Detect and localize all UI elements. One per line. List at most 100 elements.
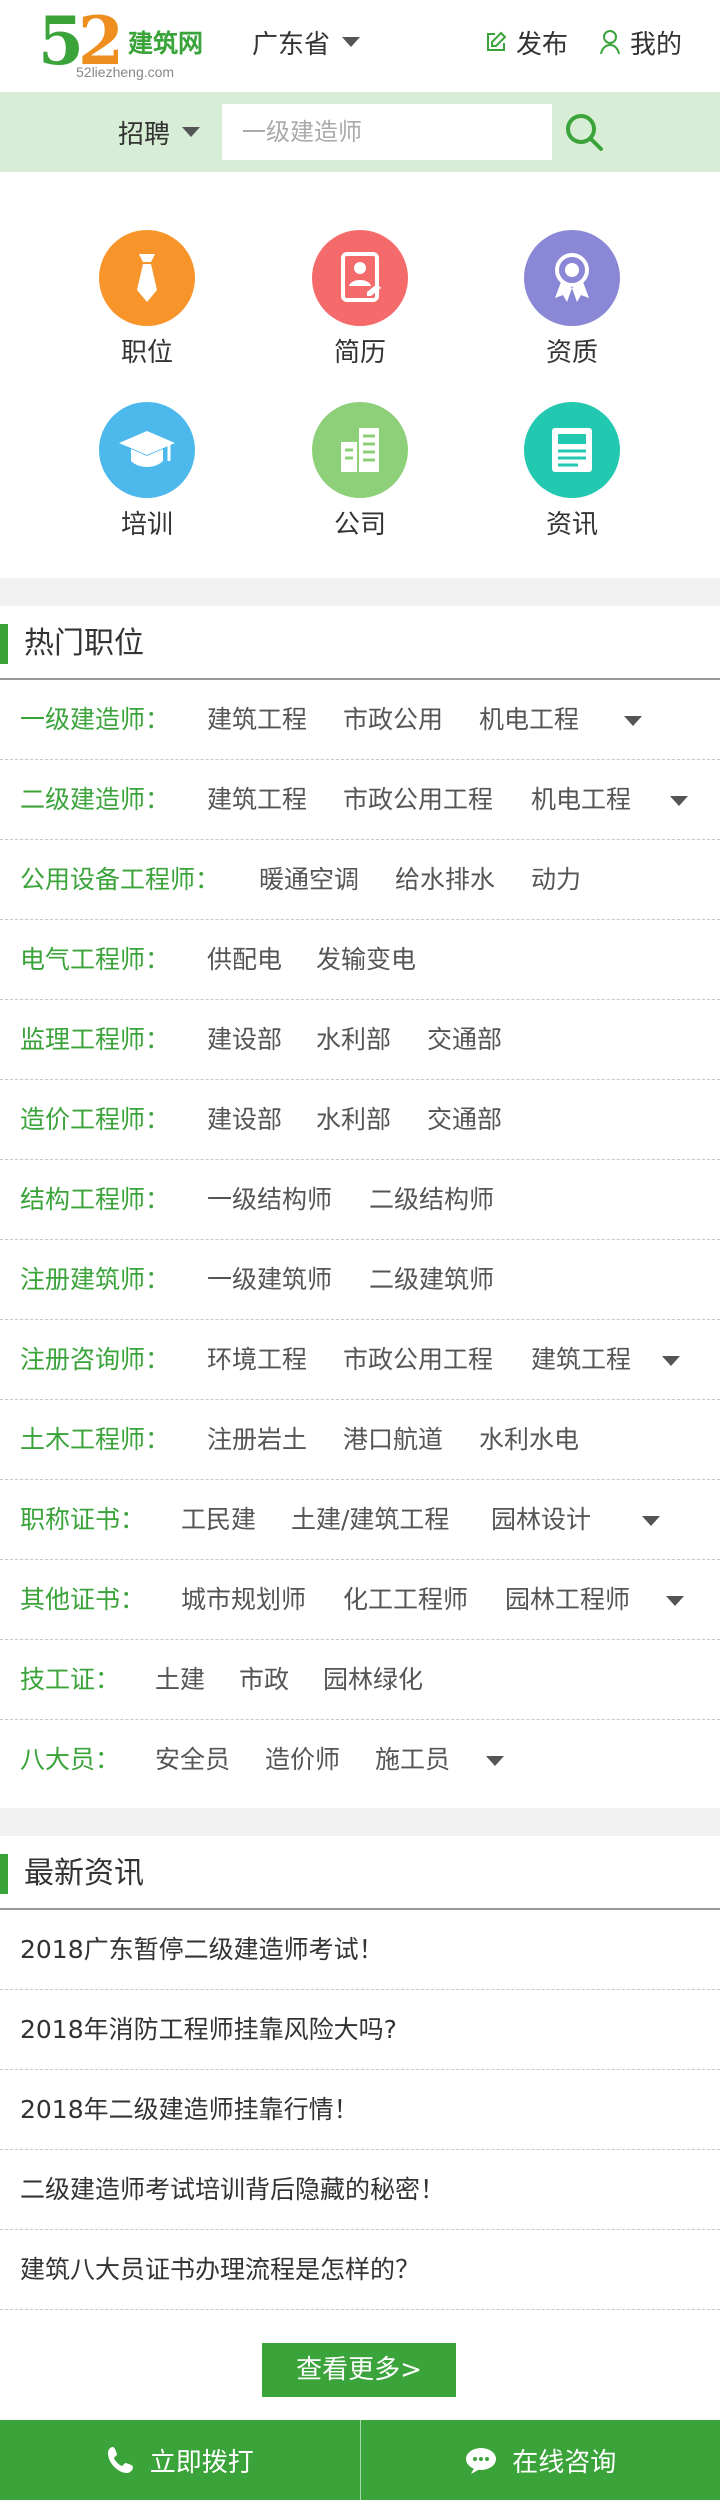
mine-button[interactable]: 我的 bbox=[598, 22, 682, 62]
search-type-selector[interactable]: 招聘 bbox=[118, 112, 201, 152]
news-item[interactable]: 2018年消防工程师挂靠风险大吗? bbox=[0, 1990, 720, 2070]
job-category[interactable]: 一级建造师： bbox=[20, 680, 170, 760]
online-consult-button[interactable]: 在线咨询 bbox=[361, 2420, 720, 2500]
job-category[interactable]: 造价工程师： bbox=[20, 1080, 170, 1160]
job-tag[interactable]: 市政公用工程 bbox=[343, 1320, 493, 1400]
job-tag[interactable]: 城市规划师 bbox=[181, 1560, 306, 1640]
job-tag[interactable]: 建筑工程 bbox=[207, 760, 307, 840]
province-selector[interactable]: 广东省 bbox=[252, 22, 361, 62]
news-item[interactable]: 2018年二级建造师挂靠行情！ bbox=[0, 2070, 720, 2150]
hot-jobs-title: 热门职位 bbox=[24, 626, 144, 661]
search-type-label: 招聘 bbox=[118, 119, 171, 150]
job-tag[interactable]: 安全员 bbox=[155, 1720, 230, 1800]
news-item[interactable]: 2018广东暂停二级建造师考试！ bbox=[0, 1910, 720, 1990]
job-tag[interactable]: 园林绿化 bbox=[323, 1640, 423, 1720]
job-category[interactable]: 电气工程师： bbox=[20, 920, 170, 1000]
expand-caret-icon[interactable] bbox=[670, 796, 688, 806]
job-tag[interactable]: 港口航道 bbox=[343, 1400, 443, 1480]
expand-caret-icon[interactable] bbox=[624, 716, 642, 726]
category-qualification[interactable]: 资质 bbox=[502, 230, 642, 368]
job-tag[interactable]: 给水排水 bbox=[395, 840, 495, 920]
site-logo[interactable]: 52 建筑网 52liezheng.com bbox=[38, 6, 238, 84]
search-icon bbox=[566, 114, 603, 151]
award-icon bbox=[524, 230, 620, 326]
category-company[interactable]: 公司 bbox=[290, 402, 430, 540]
search-input[interactable] bbox=[222, 104, 552, 160]
job-category[interactable]: 职称证书： bbox=[20, 1480, 145, 1560]
job-category[interactable]: 监理工程师： bbox=[20, 1000, 170, 1080]
job-tag[interactable]: 土建/建筑工程 bbox=[291, 1480, 449, 1560]
job-tag[interactable]: 一级结构师 bbox=[207, 1160, 332, 1240]
job-tag[interactable]: 市政公用工程 bbox=[343, 760, 493, 840]
mine-label: 我的 bbox=[630, 29, 683, 60]
job-tag[interactable]: 供配电 bbox=[207, 920, 282, 1000]
resume-icon bbox=[312, 230, 408, 326]
job-tag[interactable]: 交通部 bbox=[427, 1000, 502, 1080]
job-category[interactable]: 八大员： bbox=[20, 1720, 120, 1800]
job-tag[interactable]: 工民建 bbox=[181, 1480, 256, 1560]
job-row: 结构工程师： 一级结构师 二级结构师 bbox=[0, 1160, 720, 1240]
hot-jobs-header: 热门职位 bbox=[0, 606, 720, 680]
job-tag[interactable]: 发输变电 bbox=[316, 920, 416, 1000]
job-tag[interactable]: 施工员 bbox=[375, 1720, 450, 1800]
category-training[interactable]: 培训 bbox=[77, 402, 217, 540]
job-category[interactable]: 二级建造师： bbox=[20, 760, 170, 840]
job-tag[interactable]: 建筑工程 bbox=[531, 1320, 631, 1400]
job-tag[interactable]: 建筑工程 bbox=[207, 680, 307, 760]
job-tag[interactable]: 园林设计 bbox=[491, 1480, 591, 1560]
news-icon bbox=[524, 402, 620, 498]
job-tag[interactable]: 环境工程 bbox=[207, 1320, 307, 1400]
job-tag[interactable]: 造价师 bbox=[265, 1720, 340, 1800]
job-tag[interactable]: 园林工程师 bbox=[505, 1560, 630, 1640]
job-tag[interactable]: 市政 bbox=[239, 1640, 289, 1720]
publish-button[interactable]: 发布 bbox=[484, 22, 568, 62]
bottom-action-bar: 立即拨打 在线咨询 bbox=[0, 2420, 720, 2500]
job-tag[interactable]: 暖通空调 bbox=[259, 840, 359, 920]
job-tag[interactable]: 二级结构师 bbox=[369, 1160, 494, 1240]
category-jobs[interactable]: 职位 bbox=[77, 230, 217, 368]
province-label: 广东省 bbox=[252, 29, 331, 60]
job-tag[interactable]: 动力 bbox=[531, 840, 581, 920]
job-tag[interactable]: 注册岩土 bbox=[207, 1400, 307, 1480]
news-item-title: 建筑八大员证书办理流程是怎样的？ bbox=[20, 2255, 421, 2284]
expand-caret-icon[interactable] bbox=[666, 1596, 684, 1606]
view-more-button[interactable]: 查看更多> bbox=[262, 2343, 456, 2397]
job-tag[interactable]: 市政公用 bbox=[343, 680, 443, 760]
job-tag[interactable]: 一级建筑师 bbox=[207, 1240, 332, 1320]
category-news[interactable]: 资讯 bbox=[502, 402, 642, 540]
job-tag[interactable]: 土建 bbox=[155, 1640, 205, 1720]
job-tag[interactable]: 二级建筑师 bbox=[369, 1240, 494, 1320]
category-label: 资质 bbox=[545, 338, 598, 368]
logo-url: 52liezheng.com bbox=[76, 64, 175, 80]
job-category[interactable]: 公用设备工程师： bbox=[20, 840, 220, 920]
job-category[interactable]: 其他证书： bbox=[20, 1560, 145, 1640]
job-category[interactable]: 注册建筑师： bbox=[20, 1240, 170, 1320]
job-category[interactable]: 结构工程师： bbox=[20, 1160, 170, 1240]
job-tag[interactable]: 化工工程师 bbox=[343, 1560, 468, 1640]
job-category[interactable]: 技工证： bbox=[20, 1640, 120, 1720]
job-tag[interactable]: 水利部 bbox=[316, 1080, 391, 1160]
job-category[interactable]: 注册咨询师： bbox=[20, 1320, 170, 1400]
job-tag[interactable]: 水利水电 bbox=[479, 1400, 579, 1480]
caret-down-icon bbox=[342, 37, 361, 47]
job-tag[interactable]: 机电工程 bbox=[531, 760, 631, 840]
search-button[interactable] bbox=[562, 110, 606, 154]
job-tag[interactable]: 交通部 bbox=[427, 1080, 502, 1160]
job-tag[interactable]: 建设部 bbox=[207, 1080, 282, 1160]
category-resume[interactable]: 简历 bbox=[290, 230, 430, 368]
job-tag[interactable]: 机电工程 bbox=[479, 680, 579, 760]
call-button[interactable]: 立即拨打 bbox=[0, 2420, 360, 2500]
expand-caret-icon[interactable] bbox=[486, 1756, 504, 1766]
expand-caret-icon[interactable] bbox=[642, 1516, 660, 1526]
news-item[interactable]: 建筑八大员证书办理流程是怎样的？ bbox=[0, 2230, 720, 2310]
news-item[interactable]: 二级建造师考试培训背后隐藏的秘密！ bbox=[0, 2150, 720, 2230]
news-item-title: 2018年二级建造师挂靠行情！ bbox=[20, 2095, 359, 2124]
job-tag[interactable]: 水利部 bbox=[316, 1000, 391, 1080]
category-label: 简历 bbox=[333, 338, 386, 368]
expand-caret-icon[interactable] bbox=[662, 1356, 680, 1366]
job-tag[interactable]: 建设部 bbox=[207, 1000, 282, 1080]
news-item-title: 二级建造师考试培训背后隐藏的秘密！ bbox=[20, 2175, 446, 2204]
category-label: 职位 bbox=[120, 338, 173, 368]
job-category[interactable]: 土木工程师： bbox=[20, 1400, 170, 1480]
chat-icon bbox=[466, 2448, 497, 2474]
